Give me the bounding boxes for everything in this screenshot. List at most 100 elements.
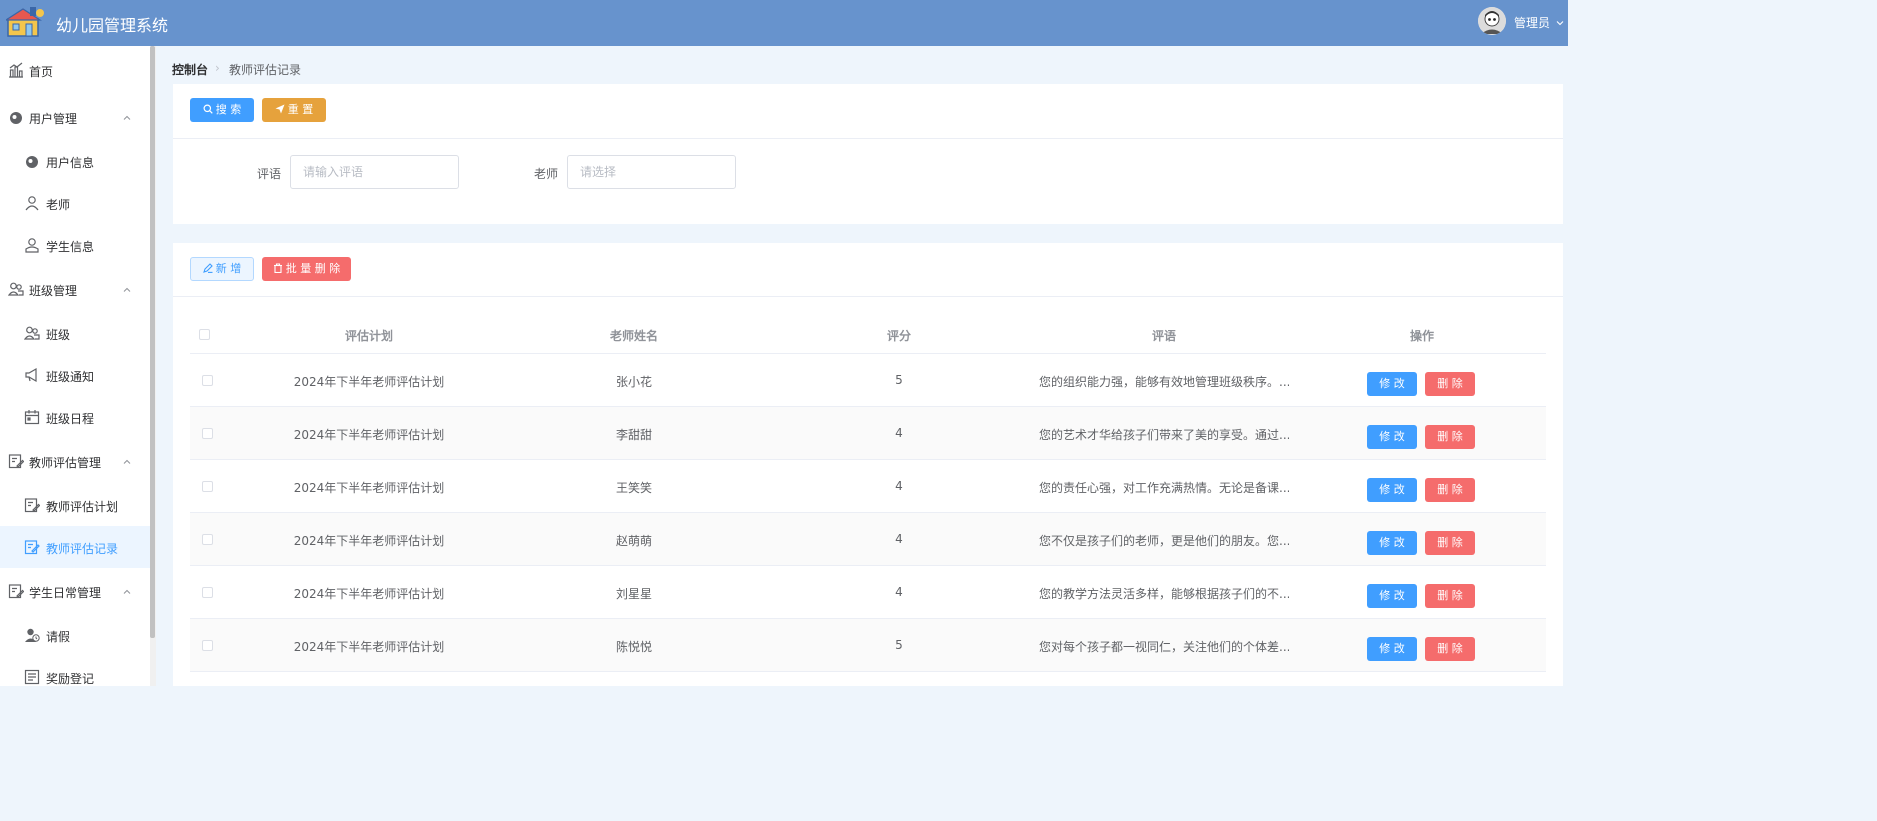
edit-button[interactable]: 修 改: [1367, 478, 1417, 502]
cell-plan: 2024年下半年老师评估计划: [293, 375, 445, 389]
header-actions: 操作: [1409, 329, 1434, 343]
chevron-up-icon: [122, 112, 132, 122]
sidebar-item-home[interactable]: 首页: [0, 49, 150, 91]
sidebar-item-evaluation-record[interactable]: 教师评估记录: [0, 526, 150, 568]
delete-button[interactable]: 删 除: [1425, 425, 1475, 449]
sidebar-item-label: 用户管理: [29, 112, 78, 126]
sidebar-item-reward[interactable]: 奖励登记: [0, 656, 150, 686]
row-checkbox[interactable]: [202, 534, 213, 545]
cell-score: 4: [895, 585, 903, 599]
row-checkbox[interactable]: [202, 587, 213, 598]
sidebar-item-label: 用户信息: [46, 156, 95, 170]
sidebar-item-class-schedule[interactable]: 班级日程: [0, 396, 150, 438]
sidebar-item-class-management[interactable]: 班级管理: [0, 268, 150, 310]
user-menu[interactable]: 管理员: [1476, 7, 1568, 37]
sidebar-item-label: 学生信息: [46, 240, 95, 254]
comment-label: 评语: [257, 167, 282, 181]
sidebar-item-label: 老师: [46, 198, 71, 212]
header-comment[interactable]: 评语: [1075, 327, 1253, 344]
cell-teacher: 刘星星: [615, 587, 652, 601]
add-button[interactable]: 新 增: [190, 257, 254, 281]
sidebar-item-label: 教师评估计划: [46, 500, 119, 514]
evaluation-plan-icon: [24, 497, 41, 513]
chevron-down-icon[interactable]: [1556, 16, 1564, 26]
delete-button[interactable]: 删 除: [1425, 478, 1475, 502]
table-panel: 新 增 批 量 删 除 评估计划 老师姓名 评分 评语 操作 2024年下半年老…: [173, 243, 1563, 686]
breadcrumb-root[interactable]: 控制台: [172, 61, 208, 78]
edit-button[interactable]: 修 改: [1367, 372, 1417, 396]
sidebar-item-label: 班级通知: [46, 370, 95, 384]
edit-button[interactable]: 修 改: [1367, 531, 1417, 555]
trash-icon: [273, 258, 283, 274]
table-row: 2024年下半年老师评估计划 李甜甜 4 您的艺术才华给孩子们带来了美的享受。通…: [190, 407, 1546, 460]
delete-button[interactable]: 删 除: [1425, 584, 1475, 608]
sidebar-item-leave[interactable]: 请假: [0, 614, 150, 656]
batch-delete-button[interactable]: 批 量 删 除: [262, 257, 351, 281]
user-name[interactable]: 管理员: [1514, 14, 1550, 31]
sidebar-scrollbar-thumb[interactable]: [150, 46, 155, 638]
row-checkbox[interactable]: [202, 375, 213, 386]
cell-comment: 您的责任心强，对工作充满热情。无论是备课...: [1039, 481, 1289, 495]
table-row: 2024年下半年老师评估计划 张小花 5 您的组织能力强，能够有效地管理班级秩序…: [190, 354, 1546, 407]
cell-score: 5: [895, 373, 903, 387]
row-checkbox[interactable]: [202, 481, 213, 492]
select-all-checkbox[interactable]: [199, 329, 210, 340]
sidebar-item-class[interactable]: 班级: [0, 312, 150, 354]
breadcrumb-current: 教师评估记录: [229, 63, 302, 77]
student-icon: [24, 237, 40, 253]
search-button[interactable]: 搜 索: [190, 98, 254, 122]
cell-plan: 2024年下半年老师评估计划: [293, 640, 445, 654]
sidebar-item-label: 班级: [46, 328, 71, 342]
search-button-label: 搜 索: [215, 103, 242, 116]
cell-teacher: 张小花: [615, 375, 652, 389]
breadcrumb-separator-icon: ›: [215, 61, 220, 75]
table-row: 2024年下半年老师评估计划 刘星星 4 您的教学方法灵活多样，能够根据孩子们的…: [190, 566, 1546, 619]
reset-button-label: 重 置: [287, 103, 314, 116]
class-manage-icon: [7, 281, 24, 297]
delete-button[interactable]: 删 除: [1425, 372, 1475, 396]
edit-button[interactable]: 修 改: [1367, 584, 1417, 608]
sidebar-item-label: 请假: [46, 630, 71, 644]
sidebar-item-evaluation-plan[interactable]: 教师评估计划: [0, 484, 150, 526]
sidebar-item-evaluation-management[interactable]: 教师评估管理: [0, 440, 150, 482]
sidebar-item-student-info[interactable]: 学生信息: [0, 224, 150, 266]
calendar-icon: [24, 409, 40, 425]
cell-plan: 2024年下半年老师评估计划: [293, 481, 445, 495]
edit-button[interactable]: 修 改: [1367, 637, 1417, 661]
edit-button[interactable]: 修 改: [1367, 425, 1417, 449]
sidebar-item-class-notice[interactable]: 班级通知: [0, 354, 150, 396]
comment-input[interactable]: [290, 155, 459, 189]
class-icon: [23, 325, 40, 341]
header-plan[interactable]: 评估计划: [280, 327, 458, 344]
header-teacher[interactable]: 老师姓名: [545, 327, 723, 344]
teacher-select[interactable]: [567, 155, 736, 189]
cell-plan: 2024年下半年老师评估计划: [293, 534, 445, 548]
sidebar-item-user-info[interactable]: 用户信息: [0, 140, 150, 182]
cell-plan: 2024年下半年老师评估计划: [293, 428, 445, 442]
sidebar-item-label: 教师评估记录: [46, 542, 119, 556]
app-title: 幼儿园管理系统: [56, 16, 169, 35]
sidebar: 首页 用户管理 用户信息 老师 学生信息 班级管理 班级 班级通知 班级日程 教…: [0, 46, 150, 686]
avatar[interactable]: [1478, 7, 1506, 35]
sidebar-item-daily-management[interactable]: 学生日常管理: [0, 570, 150, 612]
sidebar-item-user-management[interactable]: 用户管理: [0, 96, 150, 138]
cell-comment: 您对每个孩子都一视同仁，关注他们的个体差...: [1039, 640, 1289, 654]
reset-button[interactable]: 重 置: [262, 98, 326, 122]
sidebar-item-teacher[interactable]: 老师: [0, 182, 150, 224]
chevron-up-icon: [122, 456, 132, 466]
delete-button[interactable]: 删 除: [1425, 637, 1475, 661]
header-score[interactable]: 评分: [810, 327, 988, 344]
sidebar-item-label: 奖励登记: [46, 672, 95, 686]
send-icon: [275, 99, 285, 114]
user-group-icon: [8, 109, 24, 125]
table-row: 2024年下半年老师评估计划 王笑笑 4 您的责任心强，对工作充满热情。无论是备…: [190, 460, 1546, 513]
cell-comment: 您的组织能力强，能够有效地管理班级秩序。...: [1039, 375, 1289, 389]
cell-score: 4: [895, 479, 903, 493]
row-checkbox[interactable]: [202, 640, 213, 651]
row-checkbox[interactable]: [202, 428, 213, 439]
megaphone-icon: [24, 367, 40, 383]
table-row: 2024年下半年老师评估计划 陈悦悦 5 您对每个孩子都一视同仁，关注他们的个体…: [190, 619, 1546, 672]
daily-manage-icon: [8, 583, 25, 599]
evaluation-manage-icon: [8, 453, 25, 469]
delete-button[interactable]: 删 除: [1425, 531, 1475, 555]
